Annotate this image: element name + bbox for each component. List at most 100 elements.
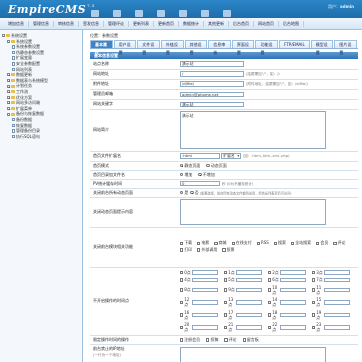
hour-option[interactable]: 0点 <box>180 270 224 276</box>
module-checkbox[interactable] <box>197 248 201 252</box>
module-checkbox[interactable] <box>222 248 226 252</box>
limit-checkbox[interactable] <box>180 338 184 342</box>
tree-toggle-icon[interactable]: + <box>7 90 11 94</box>
hour-checkbox[interactable] <box>312 288 316 292</box>
hour-checkbox[interactable] <box>312 278 316 282</box>
module-checkbox[interactable] <box>333 241 337 245</box>
hour-input[interactable] <box>280 325 307 330</box>
limit-checkbox[interactable] <box>224 338 228 342</box>
hour-option[interactable]: 7点 <box>312 277 356 283</box>
tree-toggle-icon[interactable]: + <box>7 95 11 99</box>
tab-item[interactable]: 基本属性 <box>90 40 113 55</box>
hour-checkbox[interactable] <box>268 300 272 305</box>
tab-item[interactable]: 模型设置 <box>310 40 334 55</box>
hour-option[interactable]: 12点 <box>180 297 224 308</box>
site-url-input[interactable]: / <box>180 71 244 77</box>
module-checkbox[interactable] <box>256 241 260 245</box>
tree-toggle-icon[interactable]: + <box>7 84 11 88</box>
hour-option[interactable]: 15点 <box>312 297 356 308</box>
hour-checkbox[interactable] <box>224 300 228 305</box>
tab-item[interactable]: 外链设置 <box>160 40 184 55</box>
hour-option[interactable]: 14点 <box>268 297 312 308</box>
hour-checkbox[interactable] <box>268 270 272 275</box>
tree-toggle-icon[interactable]: - <box>7 39 10 43</box>
tab-item[interactable]: 其他设置 <box>184 40 208 55</box>
hour-input[interactable] <box>236 287 263 293</box>
pv-input[interactable]: 0 <box>180 180 220 187</box>
hour-option[interactable]: 19点 <box>312 310 356 321</box>
hour-input[interactable] <box>236 277 263 283</box>
tree-toggle-icon[interactable]: + <box>7 101 11 105</box>
hour-option[interactable]: 23点 <box>312 322 356 333</box>
index-dir-noadd-radio[interactable] <box>198 172 202 177</box>
hour-option[interactable]: 20点 <box>180 322 224 333</box>
hour-option[interactable]: 13点 <box>224 297 268 308</box>
sub-nav-link[interactable]: 后台地图 <box>279 20 304 27</box>
tab-item[interactable]: 界面设置 <box>231 40 255 55</box>
sub-nav-link[interactable]: 更新首页 <box>154 20 179 27</box>
tab-item[interactable]: 文件设置 <box>137 40 160 55</box>
hour-input[interactable] <box>324 277 351 283</box>
hour-option[interactable]: 22点 <box>268 322 312 333</box>
module-option[interactable]: 外部调用 <box>197 247 217 253</box>
module-option[interactable]: 商城 <box>214 240 227 246</box>
hour-checkbox[interactable] <box>224 288 228 292</box>
hour-checkbox[interactable] <box>312 270 316 275</box>
hour-input[interactable] <box>192 300 219 305</box>
module-option[interactable]: 全站搜索 <box>290 240 311 246</box>
hour-checkbox[interactable] <box>224 313 228 317</box>
index-dir-add-radio[interactable] <box>180 172 184 177</box>
index-ext-input[interactable]: .html <box>180 153 220 159</box>
hour-option[interactable]: 8点 <box>180 285 224 296</box>
hour-input[interactable] <box>192 270 219 275</box>
module-checkbox[interactable] <box>180 241 184 245</box>
module-option[interactable]: 在线支付 <box>231 240 252 246</box>
sub-nav-link[interactable]: 管理评论 <box>104 20 129 27</box>
hour-input[interactable] <box>192 312 219 318</box>
tab-item[interactable]: 用户设置 <box>113 40 137 55</box>
hour-input[interactable] <box>236 270 263 275</box>
hour-option[interactable]: 4点 <box>180 277 224 283</box>
sidebar-item[interactable]: 执行SQL语句 <box>2 134 80 140</box>
hour-option[interactable]: 2点 <box>268 270 312 276</box>
module-option[interactable]: 搜索 <box>273 240 286 246</box>
module-checkbox[interactable] <box>231 241 235 245</box>
sub-nav-link[interactable]: 网站首页 <box>254 20 279 27</box>
module-option[interactable]: 会员 <box>316 240 328 246</box>
limit-option[interactable]: 注册会员 <box>180 337 200 343</box>
hour-checkbox[interactable] <box>180 270 184 275</box>
hour-checkbox[interactable] <box>312 300 316 305</box>
sub-nav-link[interactable]: 更新列表 <box>129 20 154 27</box>
module-option[interactable]: 下载 <box>180 240 192 246</box>
hour-option[interactable]: 9点 <box>224 285 268 296</box>
limit-option[interactable]: 投稿 <box>206 337 218 343</box>
hour-input[interactable] <box>324 270 351 275</box>
module-option[interactable]: RSS <box>256 240 269 246</box>
user-name[interactable]: admin <box>340 4 354 9</box>
index-mode-dynamic-radio[interactable] <box>206 163 210 168</box>
limit-checkbox[interactable] <box>206 338 210 342</box>
hour-option[interactable]: 10点 <box>268 285 312 296</box>
module-option[interactable]: 电影 <box>197 240 209 246</box>
module-option[interactable]: 投票 <box>222 247 235 253</box>
hour-input[interactable] <box>280 270 307 275</box>
hour-input[interactable] <box>324 312 351 318</box>
module-checkbox[interactable] <box>197 241 201 245</box>
hour-checkbox[interactable] <box>224 278 228 282</box>
index-mode-static-radio[interactable] <box>180 163 184 168</box>
hour-checkbox[interactable] <box>180 313 184 317</box>
sub-nav-link[interactable]: 增加信息 <box>4 20 29 27</box>
hour-option[interactable]: 6点 <box>268 277 312 283</box>
hour-input[interactable] <box>192 287 219 293</box>
sub-nav-link[interactable]: 数据统计 <box>179 20 204 27</box>
logo[interactable]: EmpireCMS7.5 <box>8 3 95 16</box>
tab-item[interactable]: 功能设置 <box>255 40 279 55</box>
tab-item[interactable]: FTP/EMAIL <box>279 40 310 48</box>
module-checkbox[interactable] <box>214 241 218 245</box>
description-textarea[interactable]: 演示站 <box>180 111 326 149</box>
hour-input[interactable] <box>280 277 307 283</box>
hour-input[interactable] <box>236 312 263 318</box>
hour-checkbox[interactable] <box>224 325 228 330</box>
hour-option[interactable]: 1点 <box>224 270 268 276</box>
hour-input[interactable] <box>280 300 307 305</box>
